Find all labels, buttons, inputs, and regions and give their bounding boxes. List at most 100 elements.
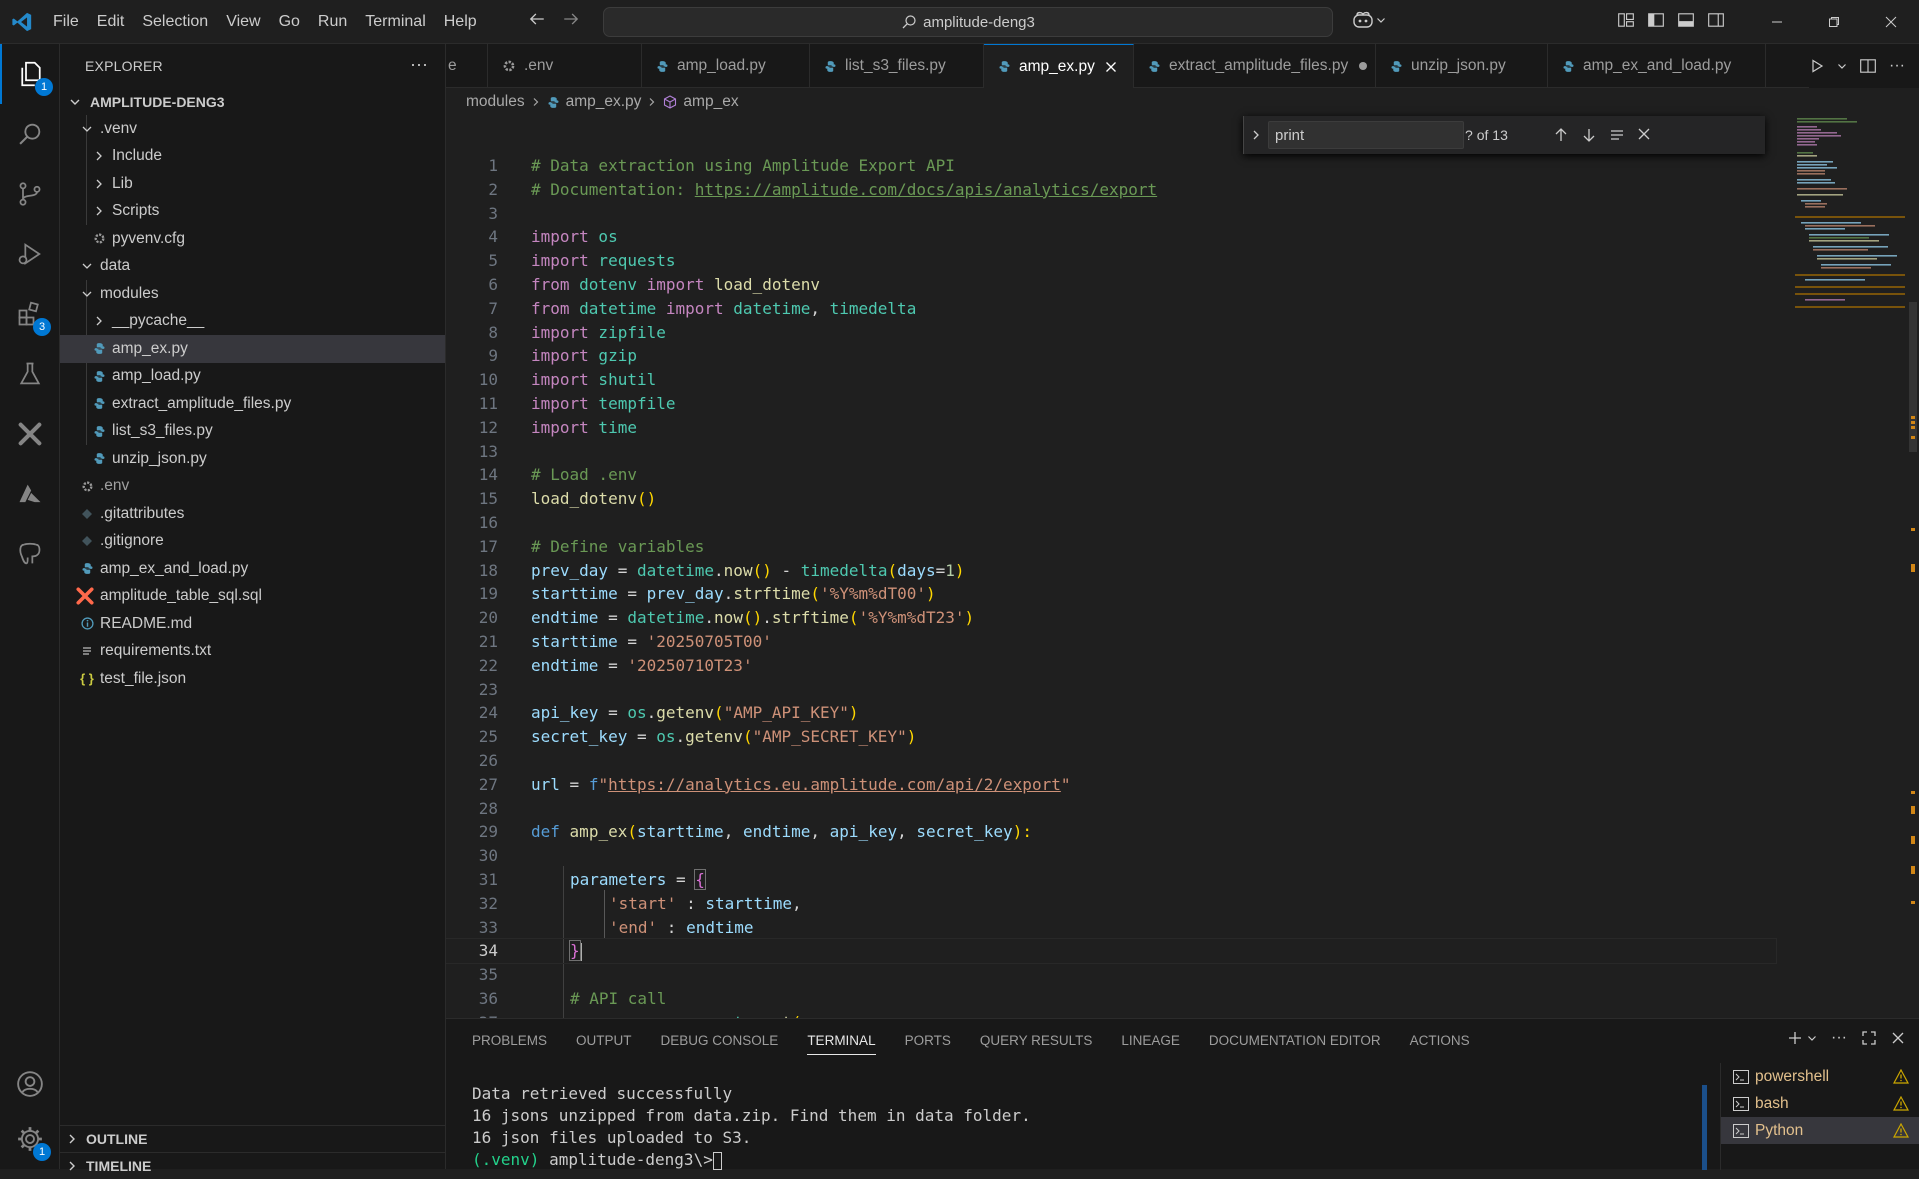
panel-tab-output[interactable]: OUTPUT: [576, 1033, 632, 1048]
menu-go[interactable]: Go: [270, 0, 309, 44]
toggle-replace-chevron-icon[interactable]: [1244, 129, 1268, 141]
tab-amp-ex[interactable]: amp_ex.py: [984, 44, 1134, 88]
source-control-activity[interactable]: [0, 164, 60, 224]
panel-tab-actions[interactable]: ACTIONS: [1410, 1033, 1470, 1048]
panel-tab-terminal[interactable]: TERMINAL: [807, 1033, 876, 1055]
tree-file-extract-amplitude-files[interactable]: extract_amplitude_files.py: [60, 390, 445, 418]
tree-file-test-json[interactable]: { } test_file.json: [60, 665, 445, 693]
panel-tab-problems[interactable]: PROBLEMS: [472, 1033, 547, 1048]
menu-terminal[interactable]: Terminal: [356, 0, 434, 44]
menu-edit[interactable]: Edit: [88, 0, 134, 44]
database-activity[interactable]: [0, 524, 60, 584]
close-tab-icon[interactable]: [1105, 61, 1117, 73]
search-activity[interactable]: [0, 104, 60, 164]
terminal-output[interactable]: Data retrieved successfully 16 jsons unzi…: [472, 1083, 1031, 1171]
forward-arrow-icon[interactable]: [562, 10, 580, 28]
tree-file-readme[interactable]: README.md: [60, 610, 445, 638]
explorer-activity[interactable]: 1: [0, 44, 60, 104]
next-match-arrow-down-icon[interactable]: [1581, 127, 1597, 143]
toggle-secondary-sidebar-icon[interactable]: [1707, 11, 1725, 29]
back-arrow-icon[interactable]: [528, 10, 546, 28]
breadcrumb-file[interactable]: amp_ex.py: [566, 93, 642, 111]
tree-folder-modules[interactable]: modules: [60, 280, 445, 308]
tree-file-requirements[interactable]: requirements.txt: [60, 638, 445, 666]
breadcrumb-symbol[interactable]: amp_ex: [683, 93, 738, 111]
tab-amp-ex-and-load[interactable]: amp_ex_and_load.py: [1548, 44, 1766, 88]
extensions-activity[interactable]: 3: [0, 284, 60, 344]
terminal-item-bash[interactable]: bash: [1721, 1090, 1919, 1117]
toggle-primary-sidebar-icon[interactable]: [1647, 11, 1665, 29]
dbt-activity[interactable]: [0, 404, 60, 464]
customize-layout-icon[interactable]: [1617, 11, 1635, 29]
tree-folder-scripts[interactable]: Scripts: [60, 198, 445, 226]
doc-link[interactable]: https://amplitude.com/docs/apis/analytic…: [695, 180, 1157, 199]
close-window-button[interactable]: [1862, 0, 1919, 44]
panel-tab-debug-console[interactable]: DEBUG CONSOLE: [661, 1033, 779, 1048]
copilot-button[interactable]: [1352, 11, 1386, 29]
tree-file-unzip-json[interactable]: unzip_json.py: [60, 445, 445, 473]
close-panel-icon[interactable]: [1891, 1031, 1905, 1045]
panel-tab-ports[interactable]: PORTS: [905, 1033, 951, 1048]
menu-selection[interactable]: Selection: [133, 0, 217, 44]
tree-folder-pycache[interactable]: __pycache__: [60, 308, 445, 336]
new-terminal-plus-icon[interactable]: [1787, 1030, 1803, 1046]
tab-amp-load[interactable]: amp_load.py: [642, 44, 810, 88]
breadcrumb-folder[interactable]: modules: [466, 93, 525, 111]
azure-activity[interactable]: [0, 464, 60, 524]
tree-file-amplitude-table-sql[interactable]: amplitude_table_sql.sql: [60, 583, 445, 611]
minimap[interactable]: [1795, 116, 1905, 356]
run-debug-activity[interactable]: [0, 224, 60, 284]
tree-file-list-s3-files[interactable]: list_s3_files.py: [60, 418, 445, 446]
tree-folder-venv[interactable]: .venv: [60, 115, 445, 143]
tree-file-amp-ex[interactable]: amp_ex.py: [60, 335, 445, 363]
more-actions-icon[interactable]: ···: [1889, 57, 1905, 75]
terminal-item-powershell[interactable]: powershell: [1721, 1063, 1919, 1090]
tab-extract-amplitude-files[interactable]: extract_amplitude_files.py: [1134, 44, 1376, 88]
unsaved-dot-icon[interactable]: [1358, 61, 1368, 71]
testing-activity[interactable]: [0, 344, 60, 404]
tab-list-s3-files[interactable]: list_s3_files.py: [810, 44, 984, 88]
editor-scrollbar[interactable]: [1905, 116, 1919, 1018]
panel-tab-query-results[interactable]: QUERY RESULTS: [980, 1033, 1093, 1048]
panel-tab-documentation-editor[interactable]: DOCUMENTATION EDITOR: [1209, 1033, 1381, 1048]
tree-file-env[interactable]: .env: [60, 473, 445, 501]
scrollbar-thumb[interactable]: [1909, 302, 1917, 452]
manage-activity[interactable]: 1: [0, 1109, 60, 1169]
minimize-button[interactable]: [1748, 0, 1805, 44]
more-actions-icon[interactable]: ···: [1831, 1029, 1847, 1047]
tree-file-amp-ex-and-load[interactable]: amp_ex_and_load.py: [60, 555, 445, 583]
command-center-search[interactable]: amplitude-deng3: [603, 7, 1333, 37]
split-editor-icon[interactable]: [1859, 57, 1877, 75]
tab-unzip-json[interactable]: unzip_json.py: [1376, 44, 1548, 88]
menu-help[interactable]: Help: [435, 0, 486, 44]
panel-tab-lineage[interactable]: LINEAGE: [1121, 1033, 1180, 1048]
tree-folder-lib[interactable]: Lib: [60, 170, 445, 198]
run-dropdown-chevron-icon[interactable]: [1837, 61, 1847, 71]
tab-env[interactable]: .env: [488, 44, 642, 88]
find-in-selection-icon[interactable]: [1609, 127, 1625, 143]
previous-match-arrow-up-icon[interactable]: [1553, 127, 1569, 143]
menu-run[interactable]: Run: [309, 0, 356, 44]
menu-file[interactable]: File: [44, 0, 88, 44]
find-input[interactable]: print: [1268, 121, 1464, 149]
more-actions-icon[interactable]: ···: [410, 54, 428, 75]
restore-button[interactable]: [1805, 0, 1862, 44]
export-url-link[interactable]: https://analytics.eu.amplitude.com/api/2…: [608, 775, 1061, 794]
chevron-down-icon[interactable]: [1807, 1033, 1817, 1043]
code-editor[interactable]: 1 # Data extraction using Amplitude Expor…: [446, 116, 1919, 1018]
tab-overflow-fragment[interactable]: e: [446, 44, 488, 88]
outline-section[interactable]: OUTLINE: [60, 1125, 446, 1152]
run-python-file-icon[interactable]: [1809, 58, 1825, 74]
accounts-activity[interactable]: [0, 1054, 60, 1114]
tree-file-gitattributes[interactable]: .gitattributes: [60, 500, 445, 528]
terminal-scrollbar[interactable]: [1702, 1085, 1707, 1170]
toggle-panel-icon[interactable]: [1677, 11, 1695, 29]
terminal-item-python[interactable]: Python: [1721, 1117, 1919, 1144]
tree-file-gitignore[interactable]: .gitignore: [60, 528, 445, 556]
tree-folder-data[interactable]: data: [60, 253, 445, 281]
tree-file-pyvenv-cfg[interactable]: pyvenv.cfg: [60, 225, 445, 253]
tree-file-amp-load[interactable]: amp_load.py: [60, 363, 445, 391]
maximize-panel-icon[interactable]: [1861, 1030, 1877, 1046]
close-find-icon[interactable]: [1637, 127, 1651, 143]
tree-folder-include[interactable]: Include: [60, 143, 445, 171]
